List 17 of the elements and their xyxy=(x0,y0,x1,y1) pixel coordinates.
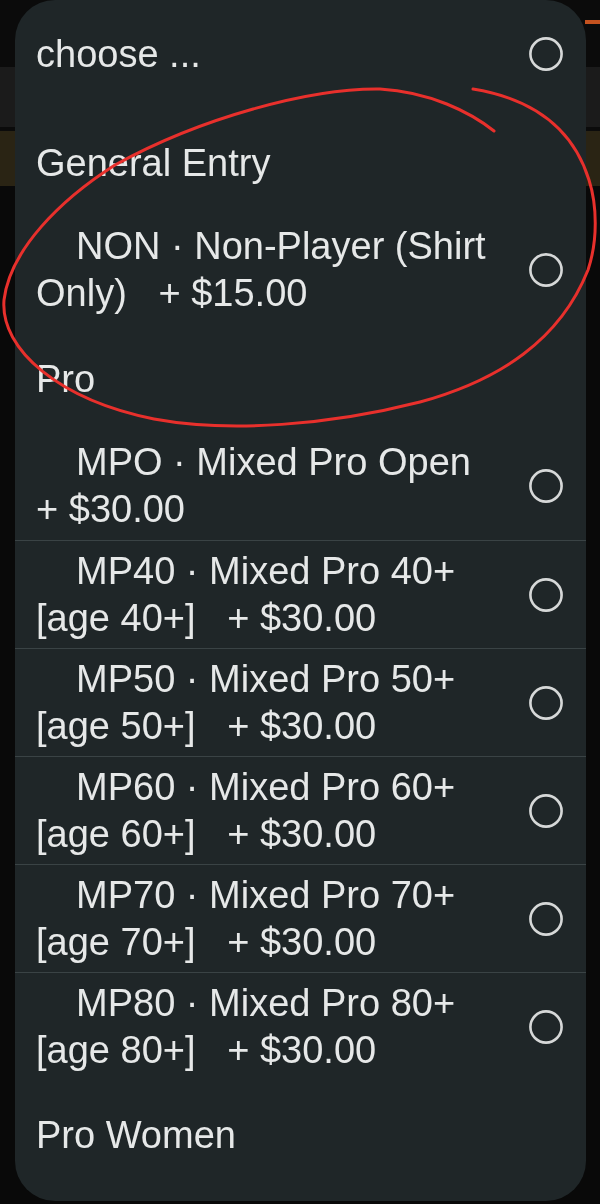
option-label[interactable]: MP70 · Mixed Pro 70+ [age 70+] + $30.00 xyxy=(36,871,510,966)
radio-button[interactable] xyxy=(529,685,563,720)
radio-button[interactable] xyxy=(529,793,563,828)
radio-button[interactable] xyxy=(529,901,563,936)
radio-button[interactable] xyxy=(529,37,563,71)
option-label[interactable]: MPO · Mixed Pro Open + $30.00 xyxy=(36,439,510,533)
option-label[interactable]: NON · Non-Player (Shirt Only) + $15.00 xyxy=(36,223,510,317)
radio-button[interactable] xyxy=(529,469,563,503)
option-label[interactable]: MP50 · Mixed Pro 50+ [age 50+] + $30.00 xyxy=(36,655,510,750)
option-label[interactable]: MP40 · Mixed Pro 40+ [age 40+] + $30.00 xyxy=(36,547,510,642)
option-label[interactable]: MP80 · Mixed Pro 80+ [age 80+] + $30.00 xyxy=(36,979,510,1074)
option-label[interactable]: MP60 · Mixed Pro 60+ [age 60+] + $30.00 xyxy=(36,763,510,858)
radio-button[interactable] xyxy=(529,577,563,612)
option-label[interactable]: choose ... xyxy=(36,30,201,78)
radio-button[interactable] xyxy=(529,1009,563,1044)
radio-button[interactable] xyxy=(529,253,563,287)
group-header: Pro Women xyxy=(36,1112,236,1158)
